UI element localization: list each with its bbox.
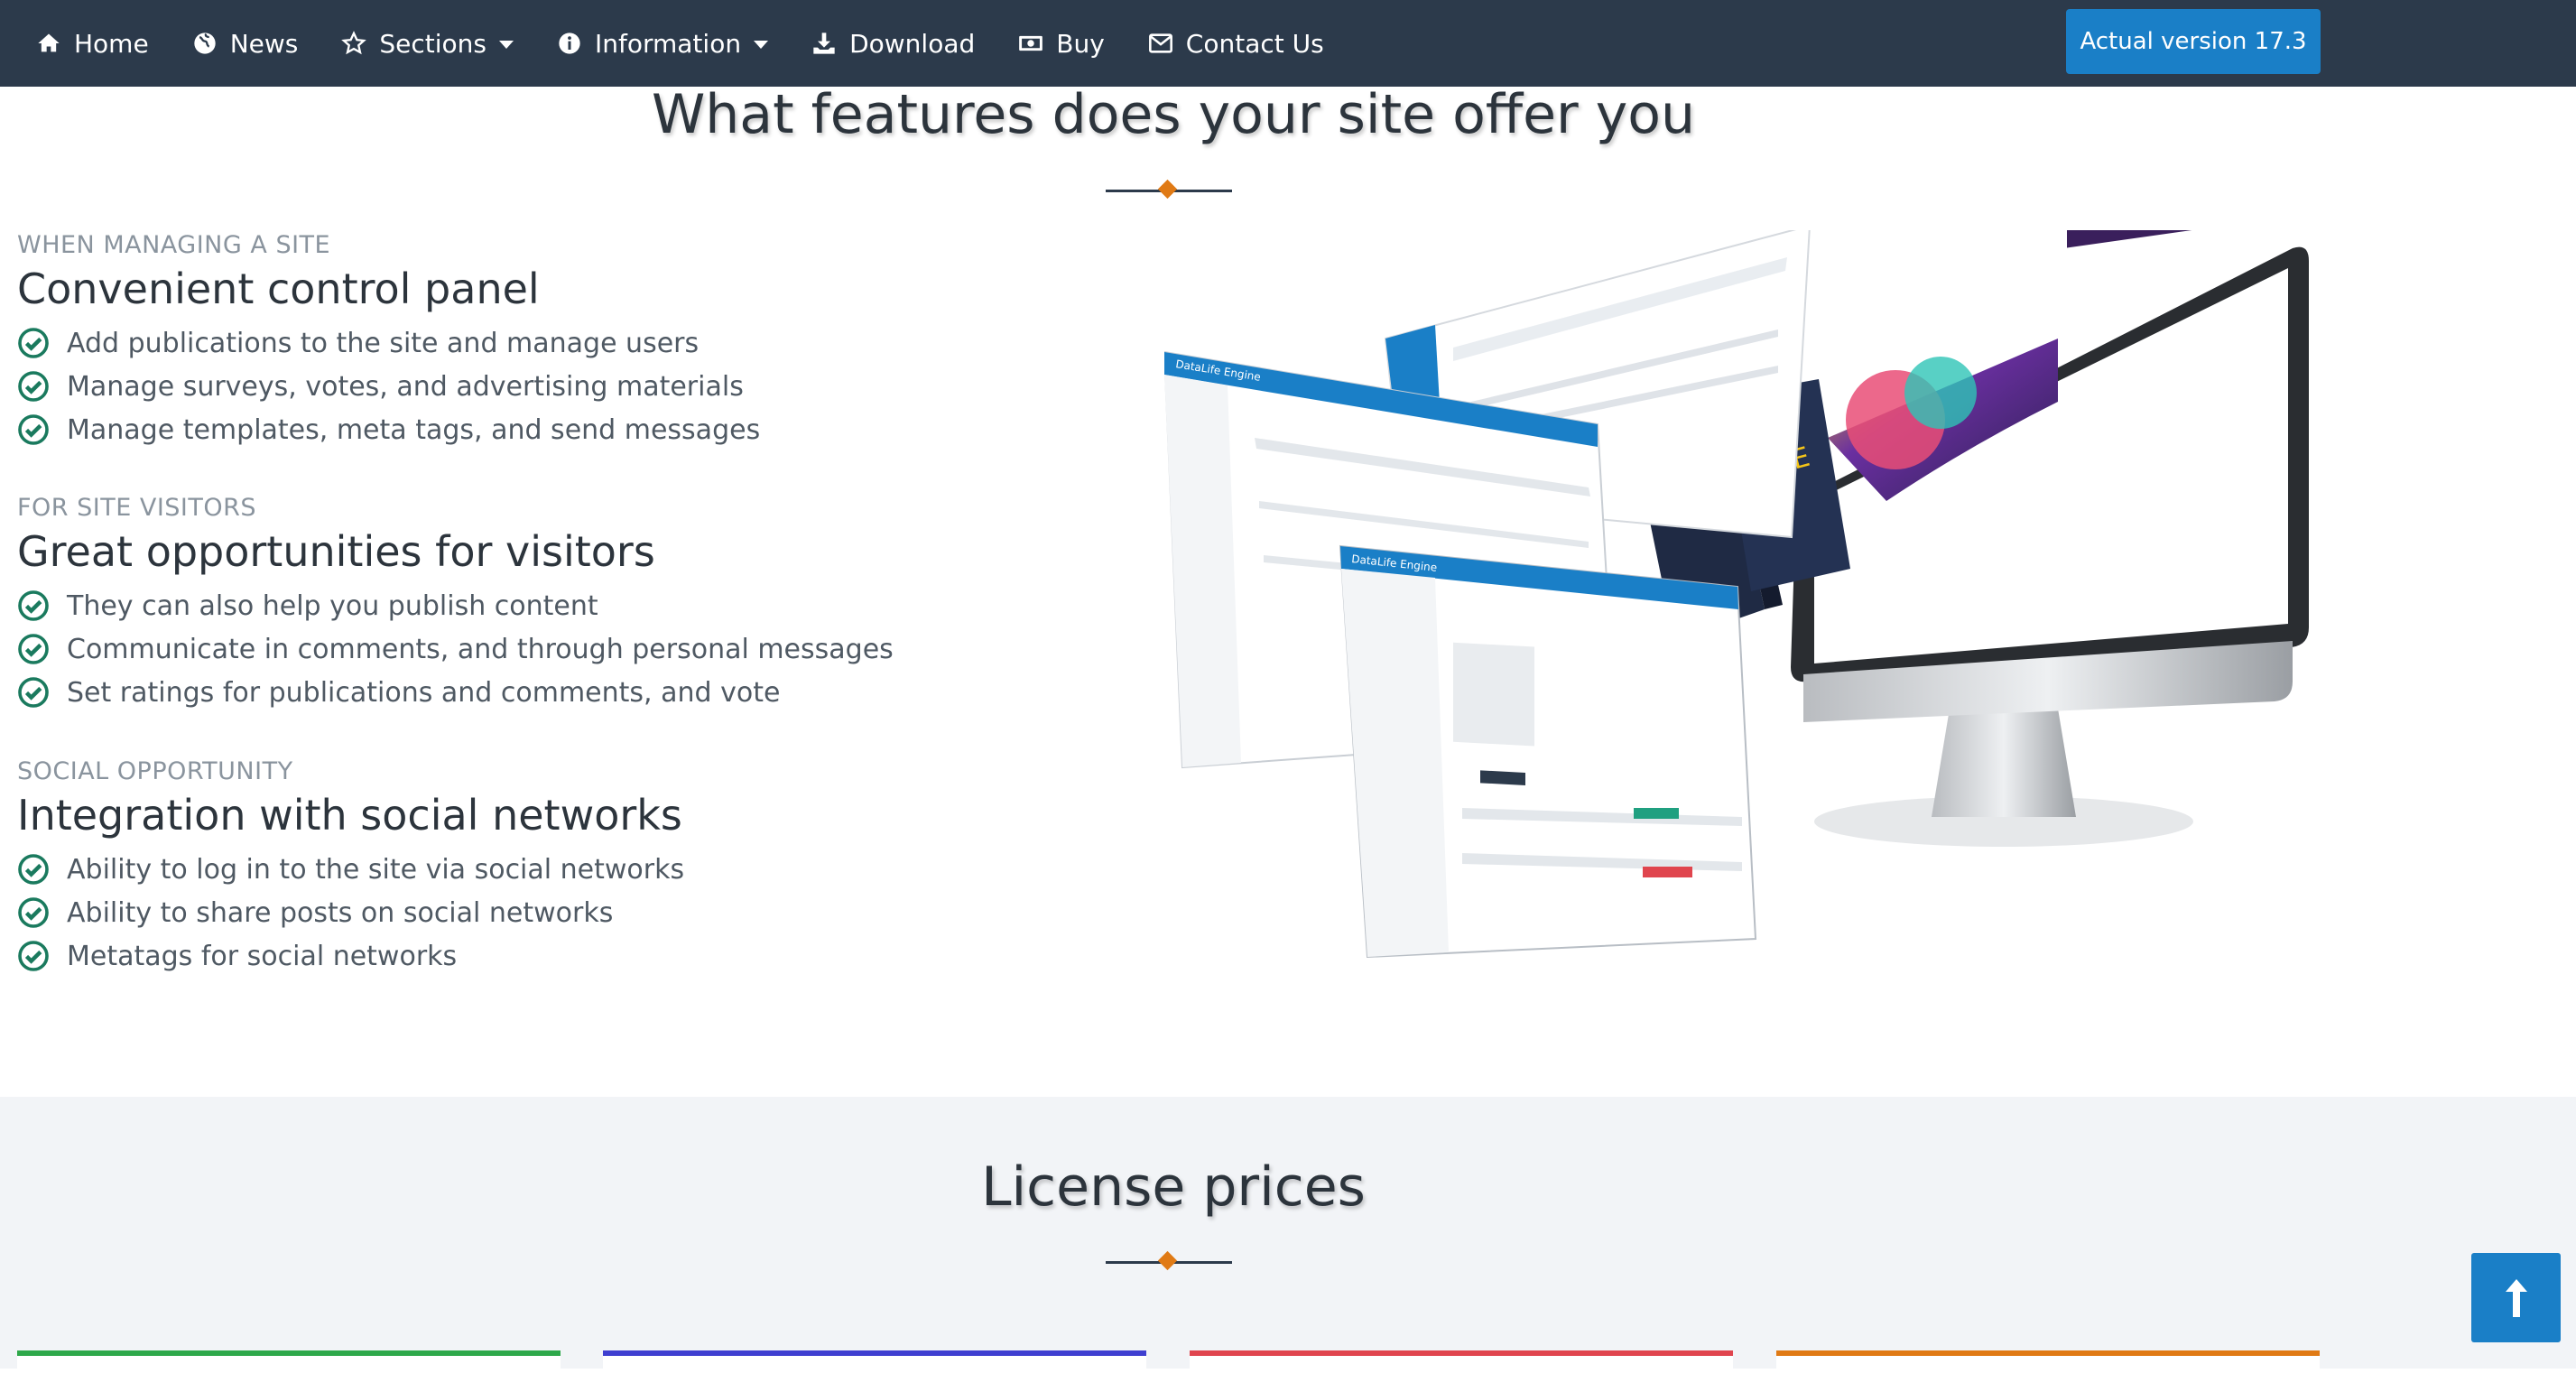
check-circle-icon <box>18 897 49 928</box>
feature-text: Ability to log in to the site via social… <box>67 853 685 886</box>
group-label: SOCIAL OPPORTUNITY <box>17 757 293 785</box>
feature-text: Manage surveys, votes, and advertising m… <box>67 370 744 403</box>
top-navbar: Home News Sections Information Download … <box>0 0 2576 87</box>
panel-screenshot-front: DataLife Engine <box>1339 544 1757 959</box>
price-card <box>1776 1350 2320 1392</box>
download-icon <box>813 32 835 54</box>
nav-item-label: Buy <box>1056 28 1105 59</box>
nav-item-sections[interactable]: Sections <box>341 29 514 59</box>
monitor <box>1791 230 2309 847</box>
feature-text: Add publications to the site and manage … <box>67 327 700 359</box>
feature-group-social: SOCIAL OPPORTUNITY Integration with soci… <box>17 757 684 978</box>
arrow-up-icon <box>2505 1278 2527 1317</box>
price-card <box>17 1350 561 1392</box>
license-title: License prices <box>981 1155 1366 1219</box>
features-title: What features does your site offer you <box>651 83 1696 146</box>
globe-icon <box>194 32 216 54</box>
money-icon <box>1019 35 1043 51</box>
check-circle-icon <box>18 634 49 664</box>
check-circle-icon <box>18 854 49 885</box>
price-card <box>603 1350 1146 1392</box>
chevron-down-icon <box>754 40 769 49</box>
envelope-icon <box>1148 33 1172 53</box>
feature-text: Metatags for social networks <box>67 940 458 972</box>
nav-item-download[interactable]: Download <box>811 29 975 59</box>
group-title: Convenient control panel <box>17 264 540 313</box>
nav-item-buy[interactable]: Buy <box>1018 29 1105 59</box>
nav-item-home[interactable]: Home <box>36 29 149 59</box>
nav-item-contact[interactable]: Contact Us <box>1148 29 1324 59</box>
check-circle-icon <box>18 590 49 621</box>
list-item: Ability to share posts on social network… <box>17 891 684 934</box>
check-circle-icon <box>18 371 49 402</box>
feature-text: They can also help you publish content <box>67 589 598 622</box>
group-title: Integration with social networks <box>17 791 682 840</box>
nav-menu: Home News Sections Information Download … <box>36 0 1367 87</box>
price-card <box>1190 1350 1733 1392</box>
list-item: Add publications to the site and manage … <box>17 321 760 365</box>
scroll-to-top-button[interactable] <box>2471 1253 2561 1342</box>
nav-item-label: Download <box>849 28 976 59</box>
feature-group-managing: WHEN MANAGING A SITE Convenient control … <box>17 231 760 451</box>
nav-item-label: Information <box>594 28 742 59</box>
list-item: They can also help you publish content <box>17 584 894 627</box>
license-divider <box>1106 1250 1232 1272</box>
group-label: WHEN MANAGING A SITE <box>17 231 331 259</box>
check-circle-icon <box>18 677 49 708</box>
title-divider <box>1106 179 1232 200</box>
nav-item-label: News <box>229 28 299 59</box>
check-circle-icon <box>18 941 49 971</box>
nav-item-label: Contact Us <box>1185 28 1324 59</box>
feature-text: Communicate in comments, and through per… <box>67 633 894 665</box>
list-item: Ability to log in to the site via social… <box>17 848 684 891</box>
group-title: Great opportunities for visitors <box>17 527 655 576</box>
nav-item-news[interactable]: News <box>192 28 299 59</box>
list-item: Metatags for social networks <box>17 934 684 978</box>
info-icon <box>559 32 580 54</box>
star-icon <box>341 31 367 55</box>
nav-item-label: Home <box>74 28 149 59</box>
home-icon <box>38 33 60 52</box>
check-circle-icon <box>18 328 49 358</box>
feature-text: Ability to share posts on social network… <box>67 896 614 929</box>
nav-item-information[interactable]: Information <box>557 28 769 59</box>
nav-item-label: Sections <box>379 28 486 59</box>
group-label: FOR SITE VISITORS <box>17 494 257 522</box>
control-panel-illustration: DLE DLE DataLife Engine DataLife Engine <box>1164 230 2309 959</box>
list-item: Manage surveys, votes, and advertising m… <box>17 365 760 408</box>
license-section <box>0 1097 2576 1369</box>
feature-group-visitors: FOR SITE VISITORS Great opportunities fo… <box>17 494 894 714</box>
list-item: Set ratings for publications and comment… <box>17 671 894 714</box>
feature-text: Set ratings for publications and comment… <box>67 676 781 709</box>
list-item: Communicate in comments, and through per… <box>17 627 894 671</box>
check-circle-icon <box>18 414 49 445</box>
feature-text: Manage templates, meta tags, and send me… <box>67 413 761 446</box>
actual-version-button[interactable]: Actual version 17.3 <box>2066 9 2321 74</box>
chevron-down-icon <box>498 40 514 49</box>
list-item: Manage templates, meta tags, and send me… <box>17 408 760 451</box>
